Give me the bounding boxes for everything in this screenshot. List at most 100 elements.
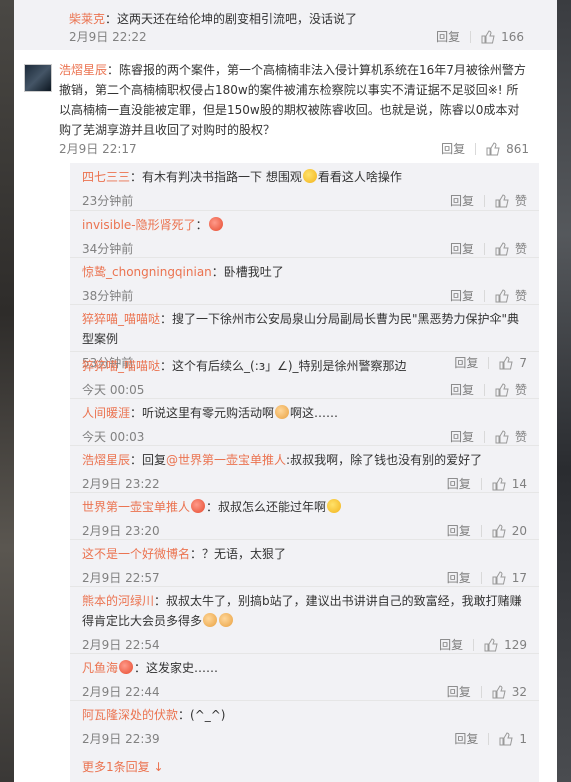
reply-button[interactable]: 回复: [450, 287, 474, 304]
username-link[interactable]: 浩熠星辰: [59, 63, 107, 77]
more-replies-label: 更多1条回复: [82, 760, 150, 774]
thumbs-up-icon[interactable]: [481, 29, 495, 44]
grinning-emoji-icon: [302, 169, 317, 183]
reply-button[interactable]: 回复: [447, 522, 471, 539]
reply-button[interactable]: 回复: [436, 28, 460, 45]
list-item: 凡鱼海 ：这发家史…… 2月9日 22:44 回复 32: [70, 653, 539, 700]
list-item: 这不是一个好微博名：？无语，太狠了 2月9日 22:57 回复 17: [70, 539, 539, 586]
list-item: 猝猝喵_喵喵哒：这个有后续么_(:з」∠)_特别是徐州警察那边 今天 00:05…: [70, 351, 539, 398]
like-count: 1: [519, 731, 527, 746]
like-count: 赞: [514, 242, 527, 256]
reply-button[interactable]: 回复: [441, 140, 465, 157]
divider: [483, 383, 485, 396]
reply-button[interactable]: 回复: [450, 192, 474, 209]
username-link[interactable]: 熊本的河绿川: [82, 594, 154, 608]
background-right-strip: [557, 0, 571, 782]
thumbs-up-icon[interactable]: [495, 382, 509, 397]
username-link[interactable]: 阿瓦隆深处的伏款: [82, 708, 178, 722]
comment-text: ：陈睿报的两个案件，第一个高楠楠非法入侵计算机系统在16年7月被徐州警方撤销，第…: [59, 63, 526, 137]
mention-link[interactable]: @世界第一壶宝单推人: [166, 453, 286, 467]
divider: [480, 524, 482, 537]
comment-panel: 柴莱克：这两天还在给伦坤的剧变相引流吧，没话说了 2月9日 22:22 回复 1…: [14, 0, 557, 782]
username-link[interactable]: 这不是一个好微博名: [82, 547, 190, 561]
reply-text: ：叔叔怎么还能过年啊: [206, 500, 327, 514]
list-item: 浩熠星辰：回复@世界第一壶宝单推人:叔叔我啊，除了钱也没有别的爱好了 2月9日 …: [70, 445, 539, 492]
like-count: 166: [501, 29, 524, 44]
background-left-strip: [0, 0, 14, 782]
username-link[interactable]: 惊鸷_chongningqinian: [82, 265, 212, 279]
thumbs-up-icon[interactable]: [495, 193, 509, 208]
like-count: 17: [511, 570, 527, 585]
reply-text: ：卧槽我吐了: [211, 265, 284, 279]
list-item: 人间暖涯：听说这里有零元购活动啊 啊这…… 今天 00:03 回复 赞: [70, 398, 539, 445]
previous-reply-fragment: 柴莱克：这两天还在给伦坤的剧变相引流吧，没话说了 2月9日 22:22 回复 1…: [14, 0, 557, 50]
reply-text: ：(^_^): [178, 708, 226, 722]
timestamp: 23分钟前: [82, 194, 134, 208]
username-link[interactable]: 猝猝喵_喵喵哒: [82, 312, 160, 326]
divider: [483, 242, 485, 255]
reply-button[interactable]: 回复: [450, 381, 474, 398]
username-link[interactable]: 人间暖涯: [82, 406, 130, 420]
crying-emoji-icon: [208, 217, 223, 231]
more-replies-link[interactable]: 更多1条回复 ↓: [82, 758, 164, 775]
timestamp: 2月9日 23:22: [82, 477, 160, 491]
chevron-down-icon: ↓: [153, 760, 164, 774]
list-item: invisible-隐形肾死了： 34分钟前 回复 赞: [70, 210, 539, 257]
timestamp: 2月9日 22:17: [59, 142, 137, 156]
avatar[interactable]: [24, 64, 52, 92]
thumbs-up-icon[interactable]: [492, 523, 506, 538]
badge-emoji-icon: [191, 499, 206, 513]
username-link[interactable]: 四七三三: [82, 170, 130, 184]
reply-text: ：这两天还在给伦坤的剧变相引流吧，没话说了: [105, 12, 358, 26]
reply-content: 四七三三：有木有判决书指路一下 想围观 看看这人啥操作: [82, 167, 527, 187]
divider: [483, 194, 485, 207]
thumbs-emoji-icon: [203, 613, 218, 627]
reply-button[interactable]: 回复: [450, 240, 474, 257]
reply-button[interactable]: 回复: [450, 428, 474, 445]
reply-button[interactable]: 回复: [439, 636, 463, 653]
username-link[interactable]: 凡鱼海: [82, 661, 118, 675]
thumbs-up-icon[interactable]: [492, 476, 506, 491]
thumbs-up-icon[interactable]: [486, 141, 500, 156]
reply-text: ：这个有后续么_(:з」∠)_特别是徐州警察那边: [160, 359, 407, 373]
timestamp: 38分钟前: [82, 289, 134, 303]
thumbs-up-icon[interactable]: [495, 241, 509, 256]
divider: [480, 477, 482, 490]
reply-text: ：这发家史……: [134, 661, 219, 675]
reply-text-tail: 看看这人啥操作: [317, 170, 402, 184]
smile-emoji-icon: [327, 499, 342, 513]
thumbs-up-icon[interactable]: [492, 684, 506, 699]
list-item: 熊本的河绿川：叔叔太牛了，别搞b站了，建议出书讲讲自己的致富经，我敢打赌赚得肯定…: [70, 586, 539, 653]
reply-button[interactable]: 回复: [447, 683, 471, 700]
reply-button[interactable]: 回复: [447, 569, 471, 586]
thumbs-up-icon[interactable]: [499, 731, 513, 746]
divider: [483, 430, 485, 443]
thumbs-up-icon[interactable]: [495, 288, 509, 303]
comment-content: 浩熠星辰：陈睿报的两个案件，第一个高楠楠非法入侵计算机系统在16年7月被徐州警方…: [59, 60, 529, 140]
list-item: 世界第一壶宝单推人 ：叔叔怎么还能过年啊 2月9日 23:20 回复 20: [70, 492, 539, 539]
timestamp: 2月9日 22:54: [82, 638, 160, 652]
thumbs-up-icon[interactable]: [495, 429, 509, 444]
reply-button[interactable]: 回复: [454, 730, 478, 747]
divider: [483, 289, 485, 302]
username-link[interactable]: 浩熠星辰: [82, 453, 130, 467]
thumbs-up-icon[interactable]: [492, 570, 506, 585]
username-link[interactable]: 猝猝喵_喵喵哒: [82, 359, 160, 373]
reply-button[interactable]: 回复: [447, 475, 471, 492]
divider: [473, 638, 475, 651]
timestamp: 今天 00:05: [82, 383, 145, 397]
divider: [488, 732, 490, 745]
divider: [470, 30, 472, 43]
like-count: 32: [511, 684, 527, 699]
like-count: 赞: [514, 383, 527, 397]
divider: [480, 571, 482, 584]
divider: [480, 685, 482, 698]
list-item: 惊鸷_chongningqinian：卧槽我吐了 38分钟前 回复 赞: [70, 257, 539, 304]
timestamp: 2月9日 22:44: [82, 685, 160, 699]
username-link[interactable]: invisible-隐形肾死了: [82, 218, 196, 232]
like-count: 赞: [514, 289, 527, 303]
username-link[interactable]: 柴莱克: [69, 12, 105, 26]
username-link[interactable]: 世界第一壶宝单推人: [82, 500, 190, 514]
thumbs-up-icon[interactable]: [484, 637, 498, 652]
reply-text: ：听说这里有零元购活动啊: [130, 406, 275, 420]
